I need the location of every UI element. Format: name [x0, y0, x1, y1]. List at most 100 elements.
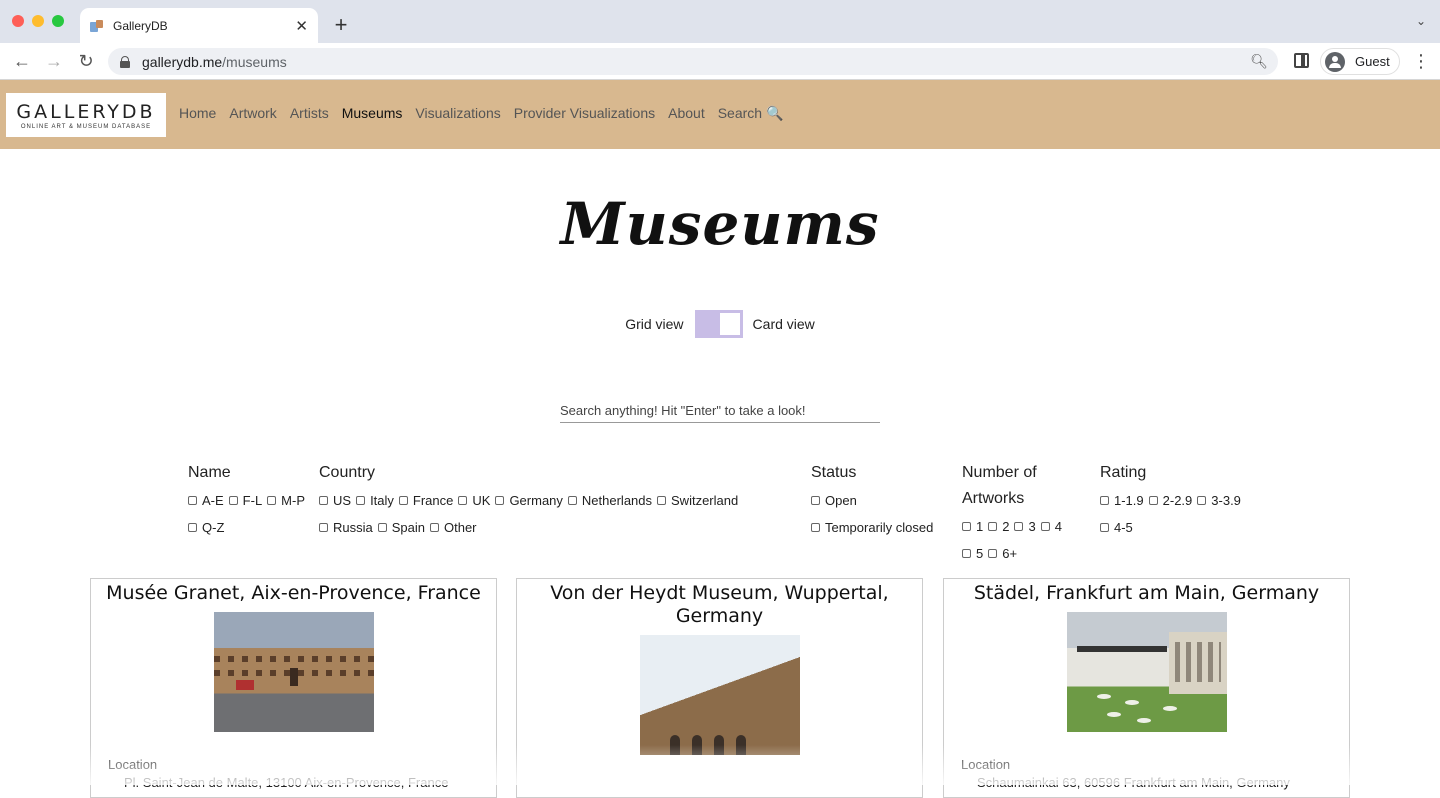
- filter-option-label: 2-2.9: [1162, 493, 1193, 508]
- filter-option-checkbox[interactable]: 4: [1040, 513, 1062, 540]
- museum-card[interactable]: Städel, Frankfurt am Main, Germany Locat…: [943, 578, 1350, 798]
- nav-artwork[interactable]: Artwork: [229, 105, 276, 122]
- museum-photo[interactable]: [1066, 612, 1227, 732]
- checkbox[interactable]: [988, 522, 998, 531]
- filter-option-checkbox[interactable]: Open: [811, 487, 857, 514]
- filter-option-checkbox[interactable]: Netherlands: [567, 487, 652, 514]
- search-input[interactable]: [560, 398, 880, 423]
- filter-option-checkbox[interactable]: Temporarily closed: [811, 514, 933, 541]
- lock-icon[interactable]: [120, 55, 130, 68]
- filter-option-checkbox[interactable]: F-L: [228, 487, 262, 514]
- new-tab-button[interactable]: +: [330, 12, 352, 38]
- checkbox[interactable]: [1014, 522, 1024, 531]
- filter-option-checkbox[interactable]: Germany: [495, 487, 563, 514]
- checkbox[interactable]: [495, 496, 505, 505]
- checkbox[interactable]: [319, 496, 328, 505]
- tab-search-chevron-icon[interactable]: ⌄: [1416, 14, 1426, 28]
- filter-option-label: US: [333, 493, 352, 508]
- filter-option-checkbox[interactable]: Russia: [319, 514, 373, 541]
- zoom-magnifier-icon[interactable]: 🔍︎: [1250, 53, 1268, 70]
- filter-option-checkbox[interactable]: 1-1.9: [1100, 487, 1144, 514]
- nav-visualizations[interactable]: Visualizations: [415, 105, 500, 122]
- filter-number-of-artworks: Number of Artworks 1 2 3 4 5 6+: [962, 460, 1092, 567]
- checkbox[interactable]: [811, 523, 820, 532]
- filter-option-checkbox[interactable]: 4-5: [1100, 514, 1133, 541]
- checkbox[interactable]: [567, 496, 577, 505]
- close-tab-icon[interactable]: ✕: [295, 17, 308, 35]
- filter-option-label: 3: [1028, 519, 1036, 534]
- checkbox[interactable]: [458, 496, 468, 505]
- forward-arrow-icon[interactable]: →: [44, 51, 64, 71]
- maximize-window-button[interactable]: [52, 15, 64, 27]
- checkbox[interactable]: [228, 496, 238, 505]
- filter-option-label: 6+: [1002, 546, 1018, 561]
- checkbox[interactable]: [962, 522, 971, 531]
- nav-provider-visualizations[interactable]: Provider Visualizations: [514, 105, 655, 122]
- filter-option-checkbox[interactable]: Italy: [356, 487, 394, 514]
- checkbox[interactable]: [319, 523, 328, 532]
- browser-menu-icon[interactable]: ⋮: [1412, 50, 1430, 72]
- filter-option-checkbox[interactable]: Q-Z: [188, 514, 224, 541]
- avatar-icon: [1325, 51, 1345, 72]
- museum-card-title: Musée Granet, Aix-en-Provence, France: [106, 582, 481, 604]
- checkbox[interactable]: [267, 496, 277, 505]
- filter-option-checkbox[interactable]: 3-3.9: [1197, 487, 1241, 514]
- url-input[interactable]: gallerydb.me/museums 🔍︎: [108, 48, 1278, 75]
- filter-option-checkbox[interactable]: 2: [988, 513, 1009, 540]
- back-arrow-icon[interactable]: ←: [12, 51, 32, 71]
- checkbox[interactable]: [1040, 522, 1050, 531]
- filter-option-checkbox[interactable]: 2-2.9: [1148, 487, 1193, 514]
- checkbox[interactable]: [1197, 496, 1207, 505]
- filter-title: Rating: [1100, 464, 1147, 481]
- checkbox[interactable]: [377, 523, 387, 532]
- filter-option-checkbox[interactable]: France: [398, 487, 453, 514]
- location-label: Location: [961, 757, 1011, 772]
- museum-card[interactable]: Musée Granet, Aix-en-Provence, France Lo…: [90, 578, 497, 798]
- minimize-window-button[interactable]: [32, 15, 44, 27]
- grid-view-label: Grid view: [625, 316, 684, 332]
- filter-option-checkbox[interactable]: 1: [962, 513, 983, 540]
- checkbox[interactable]: [1100, 523, 1109, 532]
- profile-name: Guest: [1355, 54, 1390, 69]
- side-panel-icon[interactable]: [1294, 53, 1309, 68]
- nav-home[interactable]: Home: [179, 105, 216, 122]
- checkbox[interactable]: [988, 549, 998, 558]
- filter-title: Country: [319, 464, 376, 481]
- filter-option-checkbox[interactable]: 3: [1014, 513, 1036, 540]
- filter-options: 1 2 3 4 5 6+: [962, 513, 1092, 567]
- museum-photo[interactable]: [639, 635, 800, 755]
- gallerydb-logo[interactable]: GALLERYDB ONLINE ART & MUSEUM DATABASE: [6, 93, 166, 137]
- nav-search[interactable]: Search 🔍: [718, 105, 784, 122]
- checkbox[interactable]: [430, 523, 439, 532]
- nav-museums[interactable]: Museums: [342, 105, 403, 122]
- nav-artists[interactable]: Artists: [290, 105, 329, 122]
- filter-option-checkbox[interactable]: 6+: [988, 540, 1017, 567]
- checkbox[interactable]: [188, 496, 197, 505]
- filter-option-checkbox[interactable]: UK: [458, 487, 490, 514]
- checkbox[interactable]: [657, 496, 667, 505]
- museum-photo[interactable]: [213, 612, 374, 732]
- close-window-button[interactable]: [12, 15, 24, 27]
- filter-option-checkbox[interactable]: M-P: [267, 487, 305, 514]
- checkbox[interactable]: [962, 549, 971, 558]
- view-switch[interactable]: [694, 310, 743, 338]
- filter-option-checkbox[interactable]: Switzerland: [657, 487, 738, 514]
- checkbox[interactable]: [811, 496, 820, 505]
- nav-about[interactable]: About: [668, 105, 705, 122]
- filter-option-checkbox[interactable]: A-E: [188, 487, 224, 514]
- filter-option-checkbox[interactable]: 5: [962, 540, 983, 567]
- filter-option-label: 4: [1054, 519, 1062, 534]
- checkbox[interactable]: [398, 496, 408, 505]
- filter-option-checkbox[interactable]: Other: [430, 514, 477, 541]
- checkbox[interactable]: [1100, 496, 1109, 505]
- profile-button[interactable]: Guest: [1320, 48, 1400, 75]
- reload-icon[interactable]: ↻: [76, 51, 96, 71]
- checkbox[interactable]: [1148, 496, 1158, 505]
- filter-option-checkbox[interactable]: Spain: [377, 514, 425, 541]
- logo-tagline: ONLINE ART & MUSEUM DATABASE: [20, 123, 152, 130]
- checkbox[interactable]: [188, 523, 197, 532]
- museum-card[interactable]: Von der Heydt Museum, Wuppertal, Germany: [516, 578, 923, 798]
- filter-option-checkbox[interactable]: US: [319, 487, 351, 514]
- checkbox[interactable]: [356, 496, 366, 505]
- browser-tab[interactable]: GalleryDB ✕: [80, 8, 318, 43]
